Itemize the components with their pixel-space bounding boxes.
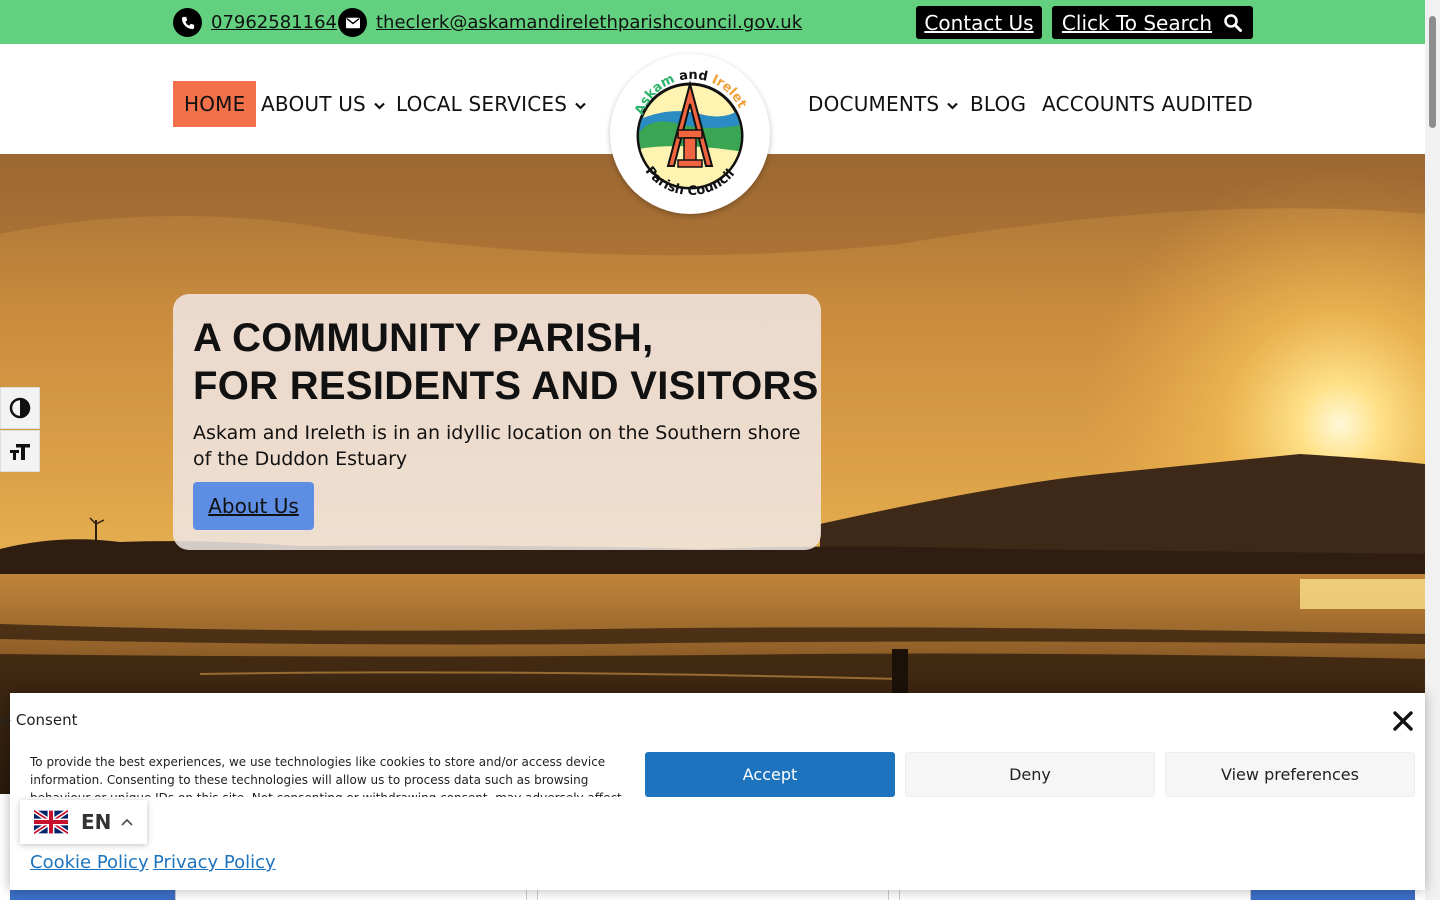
parish-council-logo[interactable]: Askam and Ireleth Parish Council [605,43,770,214]
phone-contact[interactable]: 07962581164 [173,8,337,37]
hero-title-line-1: A COMMUNITY PARISH, [193,316,654,360]
nav-documents-label: DOCUMENTS [808,92,940,116]
logo-emblem: Askam and Ireleth Parish Council [605,43,749,199]
nav-local-services-label: LOCAL SERVICES [396,92,568,116]
font-size-icon [10,444,30,460]
top-bar: 07962581164 theclerk@askamandirelethpari… [0,0,1425,44]
contact-us-button[interactable]: Contact Us [916,6,1042,39]
chevron-down-icon [575,102,586,110]
nav-local-services[interactable]: LOCAL SERVICES [396,81,586,127]
hero-title-line-2: FOR RESIDENTS AND VISITORS [193,364,819,408]
nav-documents[interactable]: DOCUMENTS [808,81,959,127]
cookie-consent-banner: Manage Consent To provide the best exper… [0,693,1425,890]
nav-accounts-audited[interactable]: ACCOUNTS AUDITED [1042,81,1253,127]
nav-about[interactable]: ABOUT US [261,81,385,127]
accept-button[interactable]: Accept [645,752,895,797]
search-button-label: Click To Search [1061,10,1213,35]
about-us-button[interactable]: About Us [193,482,314,530]
hero-title: A COMMUNITY PARISH, FOR RESIDENTS AND VI… [193,314,819,410]
language-code: EN [81,810,112,834]
consent-description: To provide the best experiences, we use … [30,755,622,797]
cookie-policy-link[interactable]: Cookie Policy [30,852,149,873]
hero-card: A COMMUNITY PARISH, FOR RESIDENTS AND VI… [173,294,821,550]
deny-button[interactable]: Deny [905,752,1155,797]
email-link[interactable]: theclerk@askamandirelethparishcouncil.go… [376,12,802,33]
language-switcher[interactable]: EN [20,800,147,844]
envelope-icon [338,8,367,37]
toggle-font-size-button[interactable] [0,430,40,472]
email-contact[interactable]: theclerk@askamandirelethparishcouncil.go… [338,8,802,37]
phone-link[interactable]: 07962581164 [211,12,337,33]
consent-title: Manage Consent [0,711,78,729]
search-button[interactable]: Click To Search [1052,6,1253,39]
uk-flag-icon [34,809,68,835]
nav-blog[interactable]: BLOG [970,81,1026,127]
toggle-contrast-button[interactable] [0,387,40,429]
phone-icon [173,8,202,37]
chevron-down-icon [374,102,385,110]
nav-about-label: ABOUT US [261,92,366,116]
close-consent-button[interactable] [1392,710,1414,732]
view-preferences-button[interactable]: View preferences [1165,752,1415,797]
privacy-policy-link[interactable]: Privacy Policy [153,852,276,873]
nav-home[interactable]: HOME [173,81,257,127]
search-icon [1224,13,1243,32]
contrast-icon [9,397,31,419]
page-scrollbar[interactable] [1425,0,1440,900]
chevron-up-icon [121,818,134,826]
scrollbar-thumb[interactable] [1429,16,1436,128]
consent-title-wrap: Manage Consent [0,711,1435,729]
hero-description: Askam and Ireleth is in an idyllic locat… [193,422,801,470]
chevron-down-icon [947,102,959,110]
close-icon [1393,711,1413,731]
